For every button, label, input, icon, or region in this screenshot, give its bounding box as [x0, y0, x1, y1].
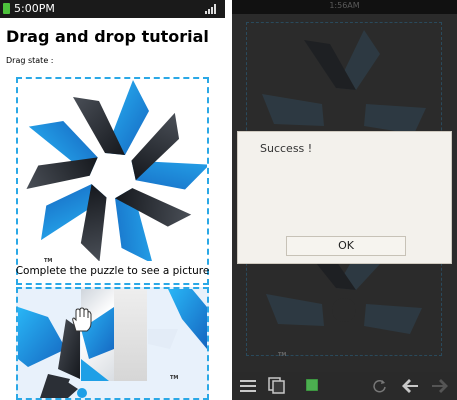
refresh-icon[interactable]: [372, 378, 387, 393]
hand-cursor-icon: [72, 307, 92, 332]
menu-icon[interactable]: [240, 380, 256, 392]
right-phone-screen: 1:56AM TM Success ! OK: [232, 0, 457, 400]
copy-icon[interactable]: [268, 377, 285, 394]
trademark-label: TM: [44, 258, 53, 264]
puzzle-tile-right[interactable]: [148, 289, 207, 398]
left-phone-screen: 5:00PM Drag and drop tutorial Drag state…: [0, 0, 225, 400]
page-title: Drag and drop tutorial: [6, 27, 209, 46]
puzzle-tile-bottom: [48, 381, 87, 398]
signal-icon: [205, 4, 217, 14]
battery-icon: [3, 3, 10, 14]
drag-state-label: Drag state :: [6, 56, 54, 65]
trademark-label-tile: TM: [170, 375, 179, 381]
back-icon[interactable]: [402, 379, 418, 393]
bottom-toolbar: [232, 372, 457, 400]
trademark-label: TM: [278, 352, 287, 358]
puzzle-tile-blank[interactable]: [114, 289, 147, 381]
ok-button[interactable]: OK: [286, 236, 406, 256]
dialog-message: Success !: [260, 142, 313, 155]
status-time: 5:00PM: [14, 2, 55, 15]
puzzle-pieces-zone[interactable]: TM: [16, 287, 209, 400]
status-bar: 5:00PM: [0, 0, 225, 18]
forward-icon[interactable]: [432, 379, 448, 393]
puzzle-picture: [18, 80, 207, 261]
success-dialog: Success ! OK: [237, 131, 452, 264]
status-bar: 1:56AM: [232, 0, 457, 14]
puzzle-tile-dragged[interactable]: [81, 289, 114, 381]
screenshot-pair: 5:00PM Drag and drop tutorial Drag state…: [0, 0, 457, 400]
app-icon[interactable]: [306, 379, 318, 391]
instruction-caption: Complete the puzzle to see a picture: [15, 265, 210, 277]
status-time: 1:56AM: [329, 1, 360, 10]
